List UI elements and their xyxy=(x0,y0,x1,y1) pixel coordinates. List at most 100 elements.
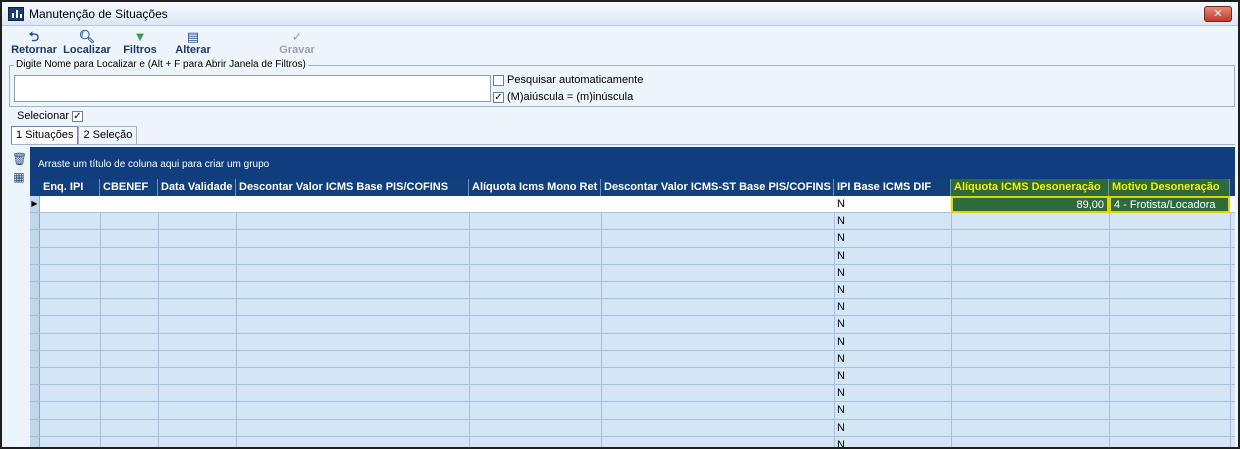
table-cell[interactable] xyxy=(158,299,236,316)
tab-situacoes[interactable]: 1 Situações xyxy=(11,126,79,144)
table-cell[interactable] xyxy=(951,368,1109,385)
table-cell[interactable] xyxy=(236,282,469,299)
search-input[interactable] xyxy=(14,75,491,102)
table-cell[interactable] xyxy=(236,402,469,419)
table-cell[interactable] xyxy=(158,420,236,437)
close-button[interactable]: ✕ xyxy=(1204,6,1232,22)
column-header[interactable]: Alíquota Icms Mono Ret xyxy=(469,179,601,196)
current-row-indicator-icon[interactable]: ▶ xyxy=(30,196,40,213)
table-cell[interactable] xyxy=(601,230,834,247)
table-cell[interactable] xyxy=(1109,334,1230,351)
table-cell[interactable] xyxy=(40,368,100,385)
table-cell[interactable] xyxy=(236,196,469,213)
row-indicator[interactable] xyxy=(30,282,40,299)
table-cell[interactable] xyxy=(158,368,236,385)
table-cell[interactable] xyxy=(951,351,1109,368)
table-cell[interactable] xyxy=(1109,265,1230,282)
table-cell[interactable] xyxy=(100,248,158,265)
table-row[interactable]: N xyxy=(30,264,1235,282)
table-row[interactable]: N xyxy=(30,230,1235,248)
table-cell[interactable] xyxy=(469,248,601,265)
table-cell[interactable] xyxy=(951,420,1109,437)
table-cell[interactable]: N xyxy=(834,385,951,402)
table-cell[interactable] xyxy=(40,213,100,230)
table-cell[interactable] xyxy=(40,299,100,316)
table-cell[interactable] xyxy=(951,316,1109,333)
case-checkbox[interactable]: ✓ xyxy=(493,91,504,103)
table-cell[interactable] xyxy=(236,437,469,447)
row-indicator[interactable] xyxy=(30,436,40,447)
table-cell[interactable] xyxy=(469,368,601,385)
table-cell[interactable] xyxy=(469,213,601,230)
table-cell[interactable] xyxy=(601,196,834,213)
table-cell[interactable] xyxy=(158,248,236,265)
table-cell[interactable]: N xyxy=(834,213,951,230)
table-cell[interactable] xyxy=(951,248,1109,265)
table-cell[interactable]: N xyxy=(834,196,951,213)
table-row[interactable]: N xyxy=(30,402,1235,420)
table-cell[interactable] xyxy=(1109,385,1230,402)
table-cell[interactable] xyxy=(469,265,601,282)
row-indicator[interactable] xyxy=(30,385,40,402)
table-cell[interactable] xyxy=(1109,299,1230,316)
tab-selecao[interactable]: 2 Seleção xyxy=(78,126,138,144)
table-cell[interactable] xyxy=(236,213,469,230)
table-cell[interactable] xyxy=(951,299,1109,316)
table-cell[interactable] xyxy=(236,299,469,316)
gravar-button[interactable]: ✓ Gravar xyxy=(276,29,318,59)
table-cell[interactable] xyxy=(951,213,1109,230)
table-cell[interactable] xyxy=(469,351,601,368)
table-cell[interactable] xyxy=(601,420,834,437)
table-row[interactable]: N xyxy=(30,436,1235,447)
table-cell[interactable] xyxy=(40,282,100,299)
table-cell[interactable] xyxy=(1109,248,1230,265)
table-row[interactable]: ▶ N 89,00 4 - Frotista/Locadora xyxy=(30,196,1235,214)
table-row[interactable]: N xyxy=(30,213,1235,231)
table-cell[interactable] xyxy=(469,299,601,316)
table-row[interactable]: N xyxy=(30,299,1235,317)
table-cell[interactable]: N xyxy=(834,334,951,351)
table-cell[interactable]: N xyxy=(834,248,951,265)
table-cell[interactable] xyxy=(236,248,469,265)
table-cell[interactable]: N xyxy=(834,265,951,282)
table-cell[interactable] xyxy=(158,282,236,299)
table-cell[interactable] xyxy=(951,385,1109,402)
table-cell[interactable] xyxy=(601,368,834,385)
table-cell[interactable] xyxy=(1109,402,1230,419)
auto-search-option[interactable]: Pesquisar automaticamente xyxy=(493,74,643,86)
row-indicator[interactable] xyxy=(30,247,40,264)
table-cell[interactable] xyxy=(951,402,1109,419)
table-cell[interactable] xyxy=(469,437,601,447)
table-cell[interactable] xyxy=(601,334,834,351)
table-cell[interactable] xyxy=(236,316,469,333)
table-cell[interactable] xyxy=(100,196,158,213)
table-cell[interactable] xyxy=(601,248,834,265)
table-cell[interactable] xyxy=(236,334,469,351)
table-cell[interactable] xyxy=(951,437,1109,447)
table-cell[interactable] xyxy=(1109,316,1230,333)
table-cell[interactable]: N xyxy=(834,437,951,447)
row-indicator[interactable] xyxy=(30,316,40,333)
selecionar-checkbox[interactable]: ✓ xyxy=(71,110,83,122)
table-cell[interactable] xyxy=(158,402,236,419)
table-cell[interactable] xyxy=(236,385,469,402)
table-cell[interactable] xyxy=(601,265,834,282)
table-cell[interactable] xyxy=(158,334,236,351)
alterar-button[interactable]: ▤ Alterar xyxy=(172,29,214,59)
grid-config-icon[interactable]: ▦ xyxy=(12,170,26,184)
table-cell[interactable] xyxy=(158,351,236,368)
table-cell[interactable] xyxy=(601,402,834,419)
table-cell[interactable] xyxy=(100,334,158,351)
row-indicator[interactable] xyxy=(30,402,40,419)
table-cell[interactable] xyxy=(40,196,100,213)
table-row[interactable]: N xyxy=(30,350,1235,368)
table-cell[interactable] xyxy=(100,316,158,333)
table-row[interactable]: N xyxy=(30,333,1235,351)
table-cell[interactable]: N xyxy=(834,420,951,437)
table-cell[interactable]: 89,00 xyxy=(951,196,1109,213)
table-cell[interactable] xyxy=(100,230,158,247)
table-row[interactable]: N xyxy=(30,385,1235,403)
table-cell[interactable] xyxy=(100,368,158,385)
table-cell[interactable] xyxy=(469,316,601,333)
table-row[interactable]: N xyxy=(30,368,1235,386)
